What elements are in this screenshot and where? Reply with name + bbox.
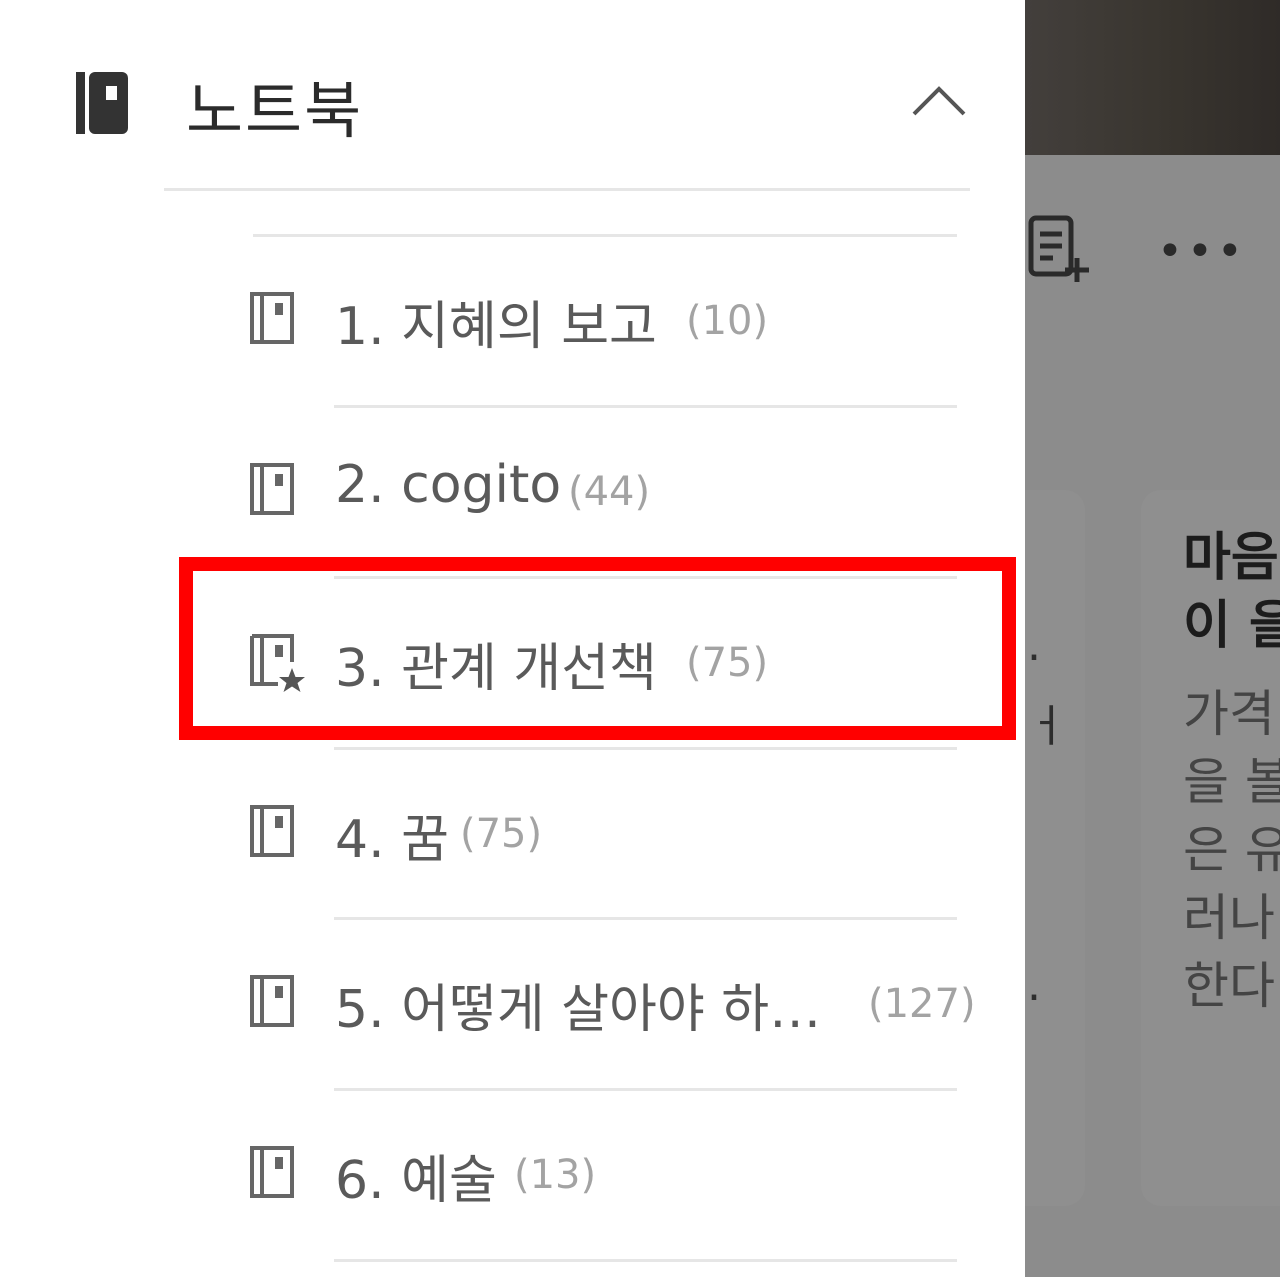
notebook-icon <box>76 72 128 134</box>
notebook-label: 1. 지혜의 보고 <box>335 297 657 357</box>
card-text-fragment: ㅓ <box>1027 701 1068 752</box>
divider <box>334 405 957 408</box>
notebook-note-count: (75) <box>460 811 543 857</box>
chevron-up-icon[interactable] <box>910 82 968 118</box>
divider <box>334 1088 957 1091</box>
note-card[interactable]: 마음 이 을 가격 을 볼 은 유 러나 한다 <box>1141 490 1280 1206</box>
notebook-item[interactable]: 1. 지혜의 보고 (10) <box>240 262 980 382</box>
background-screen: ••• . ㅓ . 마음 이 을 가격 을 볼 은 유 러나 한다 <box>1025 0 1280 1277</box>
notebook-icon <box>250 805 294 857</box>
highlight-box <box>179 557 1016 740</box>
new-note-icon[interactable] <box>1027 214 1091 286</box>
notebook-note-count: (10) <box>686 298 769 344</box>
notebook-label: 5. 어떻게 살아야 하… <box>335 980 822 1040</box>
notebook-item[interactable]: 6. 예술 (13) <box>240 1116 980 1236</box>
divider <box>253 234 957 237</box>
notebook-label: 6. 예술 <box>335 1151 497 1211</box>
notebook-item[interactable]: 5. 어떻게 살아야 하… (127) <box>240 945 980 1065</box>
more-icon[interactable]: ••• <box>1157 222 1247 282</box>
notebook-note-count: (127) <box>868 981 976 1027</box>
notebook-note-count: (13) <box>514 1152 597 1198</box>
notebook-label: 2. cogito <box>335 455 562 515</box>
divider <box>334 1259 957 1262</box>
notebook-icon <box>250 463 294 515</box>
notebook-icon <box>250 975 294 1027</box>
note-card-preview: 가격 을 볼 은 유 러나 한다 <box>1183 685 1280 1015</box>
notebook-label: 4. 꿈 <box>335 810 449 870</box>
divider <box>334 917 957 920</box>
section-title: 노트북 <box>186 74 364 147</box>
card-text-fragment: . <box>1027 620 1041 671</box>
notebook-icon <box>250 1146 294 1198</box>
divider <box>334 747 957 750</box>
notebook-icon <box>250 292 294 344</box>
notebook-item[interactable]: 2. cogito (44) <box>240 433 980 553</box>
notebook-item[interactable]: 4. 꿈 (75) <box>240 775 980 895</box>
header-image <box>1025 0 1280 155</box>
divider <box>164 188 970 191</box>
note-card[interactable]: . ㅓ . <box>1025 490 1085 1206</box>
notebook-note-count: (44) <box>568 469 651 515</box>
card-text-fragment: . <box>1027 960 1041 1011</box>
note-card-title: 마음 이 을 <box>1183 528 1280 656</box>
notebooks-section-header[interactable]: 노트북 <box>0 0 1025 190</box>
